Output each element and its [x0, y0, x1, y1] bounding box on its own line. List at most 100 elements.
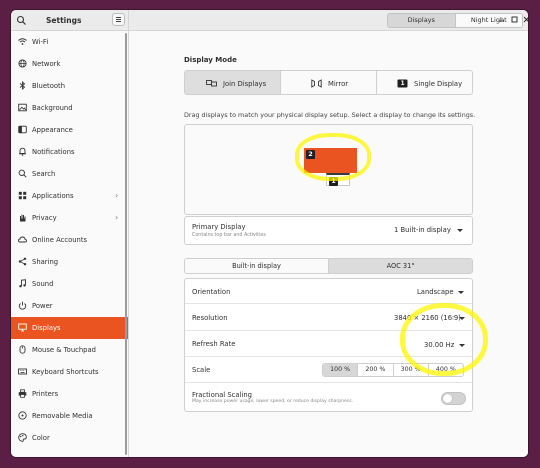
power-icon [18, 301, 27, 310]
sidebar-item-notifications[interactable]: Notifications [11, 141, 128, 163]
sidebar-item-applications[interactable]: Applications › [11, 185, 128, 207]
sidebar-item-label: Online Accounts [32, 236, 88, 244]
maximize-button[interactable] [510, 15, 519, 24]
chevron-right-icon: › [115, 191, 119, 200]
sidebar-item-bluetooth[interactable]: Bluetooth [11, 75, 128, 97]
bluetooth-icon [18, 81, 27, 90]
media-icon [18, 411, 27, 420]
orientation-value: Landscape [417, 288, 454, 296]
display-mode-selector: Join Displays Mirror 1 Single Display [184, 70, 473, 95]
sidebar-item-label: Color [32, 434, 50, 442]
sidebar: Wi-Fi Network Bluetooth Background Appea… [11, 31, 129, 457]
mirror-icon [311, 79, 322, 88]
sidebar-item-mouse-touchpad[interactable]: Mouse & Touchpad [11, 339, 128, 361]
sidebar-item-label: Printers [32, 390, 59, 398]
mouse-icon [18, 345, 27, 354]
sidebar-item-label: Applications [32, 192, 74, 200]
scale-label: Scale [192, 366, 211, 374]
apps-icon [18, 191, 27, 200]
highlight-annotation [400, 303, 488, 376]
scale-200-button[interactable]: 200 % [357, 364, 392, 376]
sidebar-item-label: Network [32, 60, 61, 68]
arrange-hint: Drag displays to match your physical dis… [184, 111, 476, 119]
search-icon [18, 169, 27, 178]
sidebar-item-label: Privacy [32, 214, 57, 222]
cloud-icon [18, 235, 27, 244]
sidebar-item-wifi[interactable]: Wi-Fi [11, 31, 128, 53]
wifi-icon [18, 37, 27, 46]
sidebar-item-online-accounts[interactable]: Online Accounts [11, 229, 128, 251]
sidebar-scrollbar[interactable] [125, 33, 127, 455]
highlight-annotation [295, 133, 371, 181]
sidebar-item-search[interactable]: Search [11, 163, 128, 185]
fractional-scaling-toggle[interactable] [441, 392, 466, 405]
fractional-scaling-sublabel: May increase power usage, lower speed, o… [192, 399, 354, 404]
tab-aoc-31[interactable]: AOC 31" [328, 259, 472, 273]
sidebar-item-label: Notifications [32, 148, 75, 156]
mirror-label: Mirror [328, 80, 349, 88]
orientation-row[interactable]: Orientation Landscape [185, 279, 472, 304]
display-arrangement-area[interactable]: 2 1 [184, 124, 473, 215]
appearance-icon [18, 125, 27, 134]
sidebar-item-label: Bluetooth [32, 82, 65, 90]
resolution-label: Resolution [192, 314, 228, 322]
sidebar-item-printers[interactable]: Printers [11, 383, 128, 405]
search-button[interactable] [15, 14, 28, 27]
single-display-button[interactable]: 1 Single Display [376, 71, 472, 94]
sidebar-item-appearance[interactable]: Appearance [11, 119, 128, 141]
bell-icon [18, 147, 27, 156]
hand-icon [18, 213, 27, 222]
join-displays-icon [206, 79, 217, 88]
refresh-rate-label: Refresh Rate [192, 340, 236, 348]
sidebar-item-keyboard-shortcuts[interactable]: Keyboard Shortcuts [11, 361, 128, 383]
background-icon [18, 103, 27, 112]
minimize-button[interactable] [497, 15, 506, 24]
output-tabs: Built-in display AOC 31" [184, 258, 473, 274]
sidebar-item-network[interactable]: Network [11, 53, 128, 75]
tab-built-in-display[interactable]: Built-in display [185, 259, 328, 273]
scale-100-button[interactable]: 100 % [323, 364, 358, 376]
sidebar-item-sharing[interactable]: Sharing [11, 251, 128, 273]
display-mode-title: Display Mode [184, 56, 237, 64]
fractional-scaling-row: Fractional Scaling May increase power us… [185, 383, 472, 411]
chevron-down-icon [458, 291, 464, 294]
orientation-label: Orientation [192, 288, 231, 296]
tab-displays[interactable]: Displays [388, 14, 455, 27]
settings-window: Settings Displays Night Light Wi-Fi Netw… [11, 10, 528, 457]
sidebar-item-background[interactable]: Background [11, 97, 128, 119]
primary-display-label: Primary Display [192, 223, 246, 231]
sidebar-item-label: Sound [32, 280, 54, 288]
join-displays-button[interactable]: Join Displays [185, 71, 280, 94]
sidebar-item-sound[interactable]: Sound [11, 273, 128, 295]
sidebar-item-label: Search [32, 170, 56, 178]
sidebar-item-color[interactable]: Color [11, 427, 128, 449]
close-icon [523, 16, 528, 23]
hamburger-menu-button[interactable] [112, 13, 125, 26]
minimize-icon [499, 20, 504, 22]
sidebar-item-label: Background [32, 104, 73, 112]
sidebar-item-privacy[interactable]: Privacy › [11, 207, 128, 229]
sidebar-item-label: Displays [32, 324, 61, 332]
mirror-button[interactable]: Mirror [280, 71, 376, 94]
primary-display-row[interactable]: Primary Display Contains top bar and Act… [184, 216, 473, 245]
display-icon [18, 323, 27, 332]
single-display-label: Single Display [414, 80, 463, 88]
palette-icon [18, 433, 27, 442]
join-displays-label: Join Displays [223, 80, 267, 88]
primary-display-value: 1 Built-in display [394, 226, 451, 234]
sidebar-item-label: Appearance [32, 126, 73, 134]
sidebar-item-label: Power [32, 302, 53, 310]
chevron-right-icon: › [115, 213, 119, 222]
single-display-badge: 1 [400, 79, 405, 87]
sidebar-item-displays[interactable]: Displays [11, 317, 128, 339]
chevron-down-icon [457, 229, 463, 232]
sidebar-header: Settings [11, 10, 129, 31]
close-button[interactable] [522, 15, 528, 24]
sidebar-item-removable-media[interactable]: Removable Media [11, 405, 128, 427]
music-note-icon [18, 279, 27, 288]
search-icon [16, 15, 26, 25]
network-icon [18, 59, 27, 68]
maximize-icon [511, 16, 518, 23]
sidebar-item-power[interactable]: Power [11, 295, 128, 317]
menu-icon [116, 17, 121, 22]
